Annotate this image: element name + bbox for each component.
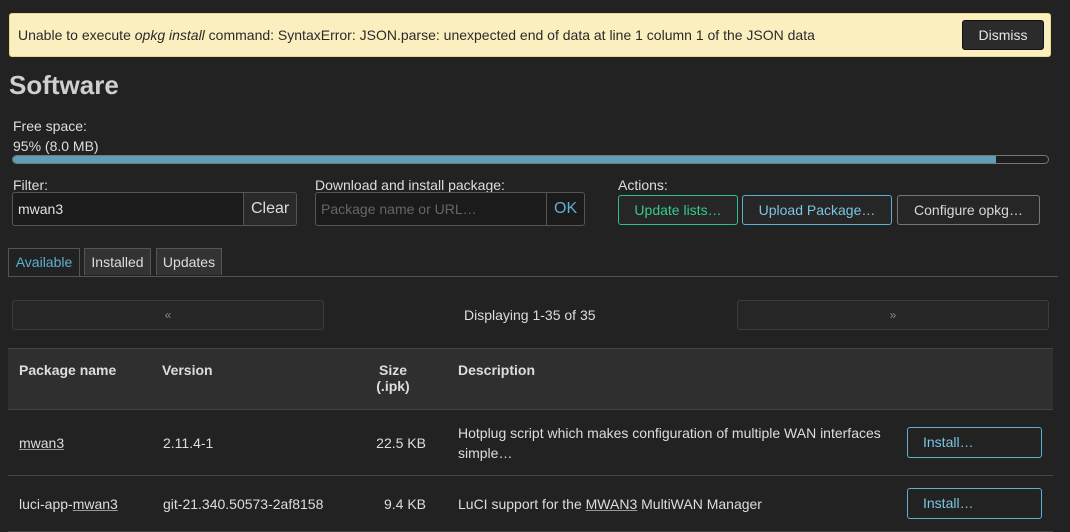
package-version: 2.11.4-1 [162,409,338,476]
tab-available[interactable]: Available [8,248,80,276]
package-size: 22.5 KB [338,409,448,476]
package-name-link[interactable]: mwan3 [73,496,118,512]
package-name-link[interactable]: mwan3 [19,435,64,451]
pager-next-button[interactable]: » [737,300,1049,330]
package-name-prefix: luci-app- [19,495,73,512]
tab-installed[interactable]: Installed [84,248,151,275]
download-label: Download and install package: [315,177,505,193]
free-space-progress [12,155,1049,164]
description-line: simple… [458,444,513,461]
free-space-progress-fill [13,156,997,163]
free-space-value: 95% (8.0 MB) [13,138,99,154]
page-title: Software [9,70,119,100]
package-size: 9.4 KB [338,475,448,532]
ok-button[interactable]: OK [547,192,586,226]
package-description: LuCI support for the MWAN3 MultiWAN Mana… [448,475,906,532]
package-name-cell: mwan3 [8,409,162,476]
download-group: OK [315,192,586,226]
package-name-cell: luci-app-mwan3 [8,475,162,532]
package-version: git-21.340.50573-2af8158 [162,475,338,532]
package-description: Hotplug script which makes configuration… [448,409,906,476]
description-text: LuCI support for the [458,495,586,512]
pager-status: Displaying 1-35 of 35 [464,307,596,323]
header-actions [906,348,1053,410]
actions-label: Actions: [618,177,668,193]
free-space-label: Free space: [13,118,87,134]
dismiss-button[interactable]: Dismiss [962,20,1044,50]
header-size: Size (.ipk) [338,348,448,410]
header-package-name: Package name [8,348,162,410]
header-description: Description [448,348,906,410]
package-table: Package name Version Size (.ipk) Descrip… [8,348,1053,532]
filter-label: Filter: [13,177,48,193]
table-header-row: Package name Version Size (.ipk) Descrip… [8,348,1053,410]
install-button[interactable]: Install… [907,427,1042,458]
package-tabs: Available Installed Updates [8,248,1058,277]
header-version: Version [162,348,338,410]
table-row: mwan3 2.11.4-1 22.5 KB Hotplug script wh… [8,409,1053,476]
header-size-label: Size [378,362,407,378]
tab-updates[interactable]: Updates [156,248,222,275]
pager-prev-button[interactable]: « [12,300,324,330]
table-row: luci-app-mwan3 git-21.340.50573-2af8158 … [8,475,1053,532]
update-lists-button[interactable]: Update lists… [618,195,738,225]
install-button[interactable]: Install… [907,488,1042,519]
filter-group: Clear [12,192,298,226]
description-link[interactable]: MWAN3 [586,496,638,512]
description-line: Hotplug script which makes configuration… [458,424,881,441]
header-size-unit: (.ipk) [376,378,410,394]
clear-button[interactable]: Clear [244,192,298,226]
filter-input[interactable] [12,192,244,226]
error-alert: Unable to execute opkg install command: … [9,13,1051,57]
package-action-cell: Install… [906,409,1053,476]
package-url-input[interactable] [315,192,547,226]
package-action-cell: Install… [906,475,1053,532]
description-text: MultiWAN Manager [637,495,762,512]
configure-opkg-button[interactable]: Configure opkg… [897,195,1040,225]
upload-package-button[interactable]: Upload Package… [742,195,892,225]
alert-message: Unable to execute opkg install command: … [18,27,815,43]
